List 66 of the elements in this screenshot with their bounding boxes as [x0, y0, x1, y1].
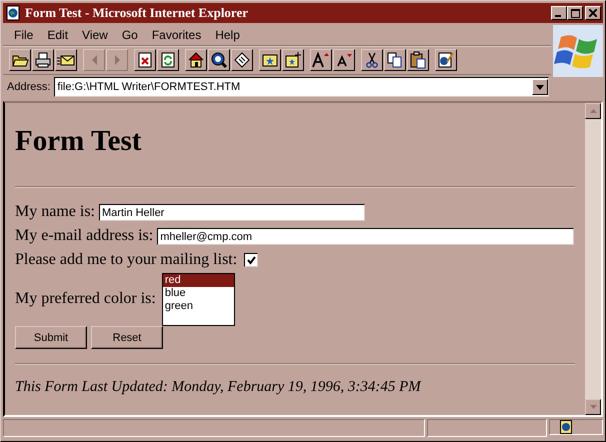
up-arrow-icon	[590, 109, 596, 113]
reset-button[interactable]: Reset	[91, 326, 163, 349]
font-smaller-button[interactable]	[333, 49, 355, 71]
mailing-list-label: Please add me to your mailing list:	[15, 251, 238, 269]
scroll-down-button[interactable]	[585, 399, 601, 415]
paste-button[interactable]	[407, 49, 429, 71]
minimize-button[interactable]	[551, 6, 567, 20]
font-larger-icon	[312, 51, 330, 69]
color-list-box[interactable]: red blue green	[162, 272, 235, 326]
font-smaller-icon	[335, 51, 353, 69]
edit-icon	[437, 51, 455, 69]
menu-item[interactable]: Edit	[40, 28, 76, 42]
print-icon	[34, 51, 52, 69]
color-option[interactable]: blue	[162, 286, 234, 300]
vertical-scrollbar[interactable]	[585, 103, 601, 415]
copy-button[interactable]	[384, 49, 406, 71]
close-button[interactable]	[585, 6, 601, 20]
menu-item[interactable]: File	[7, 28, 40, 42]
email-label: My e-mail address is:	[15, 227, 154, 245]
forward-icon	[114, 55, 120, 65]
close-icon	[589, 9, 597, 17]
page-globe-icon	[560, 420, 572, 434]
scroll-up-button[interactable]	[585, 103, 601, 119]
window-title: Form Test - Microsoft Internet Explorer	[25, 5, 249, 21]
menu-item[interactable]: Go	[114, 28, 145, 42]
name-field[interactable]: Martin Heller	[99, 204, 365, 220]
cut-icon	[363, 51, 381, 69]
maximize-icon	[570, 8, 580, 18]
stop-button[interactable]	[134, 49, 156, 71]
stop-icon	[136, 51, 154, 69]
email-field[interactable]: mheller@cmp.com	[157, 228, 574, 244]
paste-icon	[409, 51, 427, 69]
submit-button[interactable]: Submit	[15, 326, 87, 349]
menu-item[interactable]: Favorites	[144, 28, 208, 42]
search-icon	[210, 51, 228, 69]
color-label: My preferred color is:	[15, 290, 156, 308]
address-field[interactable]: file:G:\HTML Writer\FORMTEST.HTM	[54, 77, 549, 97]
font-larger-button[interactable]	[310, 49, 332, 71]
add-favorite-button[interactable]	[282, 49, 304, 71]
menu-item[interactable]: View	[75, 28, 115, 42]
color-option[interactable]: red	[162, 274, 234, 286]
refresh-button[interactable]	[157, 49, 179, 71]
down-arrow-icon	[590, 405, 596, 409]
print-button[interactable]	[32, 49, 54, 71]
home-button[interactable]	[185, 49, 207, 71]
page-globe-icon	[5, 5, 21, 21]
edit-button[interactable]	[435, 49, 457, 71]
maximize-button[interactable]	[567, 6, 583, 20]
last-updated-text: This Form Last Updated: Monday, February 19, 1996, 3:34:45 PM	[15, 379, 422, 396]
menu-item[interactable]: Help	[208, 28, 247, 42]
add-favorite-icon	[284, 51, 302, 69]
windows-flag-logo	[553, 25, 603, 77]
copy-icon	[386, 51, 404, 69]
favorites-button[interactable]	[259, 49, 281, 71]
page-heading: Form Test	[15, 125, 142, 158]
name-label: My name is:	[15, 203, 95, 221]
home-icon	[187, 51, 205, 69]
refresh-icon	[159, 51, 177, 69]
open-button[interactable]	[9, 49, 31, 71]
cut-button[interactable]	[361, 49, 383, 71]
search-button[interactable]	[208, 49, 230, 71]
address-label: Address:	[7, 81, 50, 93]
color-option[interactable]: green	[162, 300, 234, 312]
back-icon	[92, 55, 96, 65]
mail-button[interactable]	[55, 49, 77, 71]
mailing-list-checkbox[interactable]	[244, 253, 258, 267]
